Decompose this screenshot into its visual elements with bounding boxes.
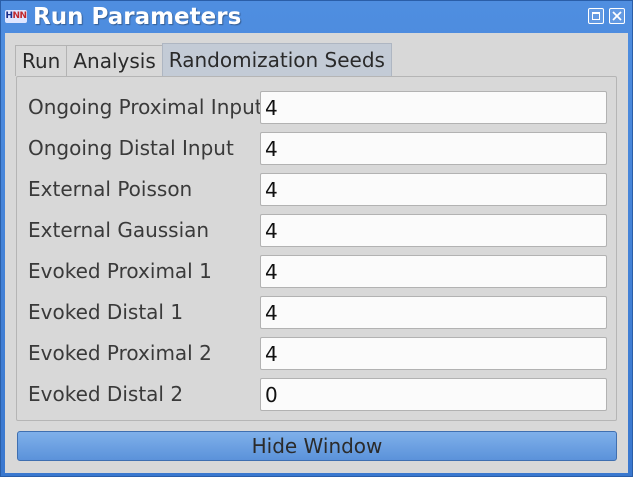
seed-evoked-distal-2-input[interactable] xyxy=(260,378,607,411)
seed-label: Ongoing Proximal Input xyxy=(28,95,263,119)
close-icon xyxy=(612,11,622,21)
app-logo-text-b: NN xyxy=(12,11,27,21)
seed-label: External Poisson xyxy=(28,177,193,201)
seed-row-ongoing-distal: Ongoing Distal Input xyxy=(17,132,616,165)
seed-ongoing-distal-input[interactable] xyxy=(260,132,607,165)
seed-row-evoked-proximal-1: Evoked Proximal 1 xyxy=(17,255,616,288)
seed-row-evoked-distal-1: Evoked Distal 1 xyxy=(17,296,616,329)
seed-external-poisson-input[interactable] xyxy=(260,173,607,206)
close-button[interactable] xyxy=(609,8,625,24)
title-bar[interactable]: HNN Run Parameters xyxy=(1,1,632,33)
seed-ongoing-proximal-input[interactable] xyxy=(260,91,607,124)
tab-run[interactable]: Run xyxy=(15,45,68,76)
window-title: Run Parameters xyxy=(33,4,242,30)
seed-external-gaussian-input[interactable] xyxy=(260,214,607,247)
seed-label: Evoked Proximal 2 xyxy=(28,341,212,365)
seed-label: Ongoing Distal Input xyxy=(28,136,234,160)
seed-evoked-proximal-1-input[interactable] xyxy=(260,255,607,288)
maximize-button[interactable] xyxy=(588,8,604,24)
seed-evoked-proximal-2-input[interactable] xyxy=(260,337,607,370)
run-parameters-window: HNN Run Parameters Run Analysis Randomiz… xyxy=(0,0,633,477)
seed-row-ongoing-proximal: Ongoing Proximal Input xyxy=(17,91,616,124)
seed-row-external-gaussian: External Gaussian xyxy=(17,214,616,247)
tab-randomization-seeds[interactable]: Randomization Seeds xyxy=(161,43,392,76)
seed-row-evoked-proximal-2: Evoked Proximal 2 xyxy=(17,337,616,370)
seed-label: Evoked Proximal 1 xyxy=(28,259,212,283)
seed-evoked-distal-1-input[interactable] xyxy=(260,296,607,329)
tab-bar: Run Analysis Randomization Seeds xyxy=(15,43,392,76)
hide-window-button[interactable]: Hide Window xyxy=(17,431,617,461)
seed-row-external-poisson: External Poisson xyxy=(17,173,616,206)
app-logo-icon: HNN xyxy=(5,10,27,23)
seed-row-evoked-distal-2: Evoked Distal 2 xyxy=(17,378,616,411)
seed-label: Evoked Distal 2 xyxy=(28,382,184,406)
seed-label: External Gaussian xyxy=(28,218,210,242)
seed-label: Evoked Distal 1 xyxy=(28,300,184,324)
dialog-body: Run Analysis Randomization Seeds Ongoing… xyxy=(5,33,628,473)
seeds-panel: Ongoing Proximal Input Ongoing Distal In… xyxy=(16,76,617,421)
tab-analysis[interactable]: Analysis xyxy=(66,45,163,76)
